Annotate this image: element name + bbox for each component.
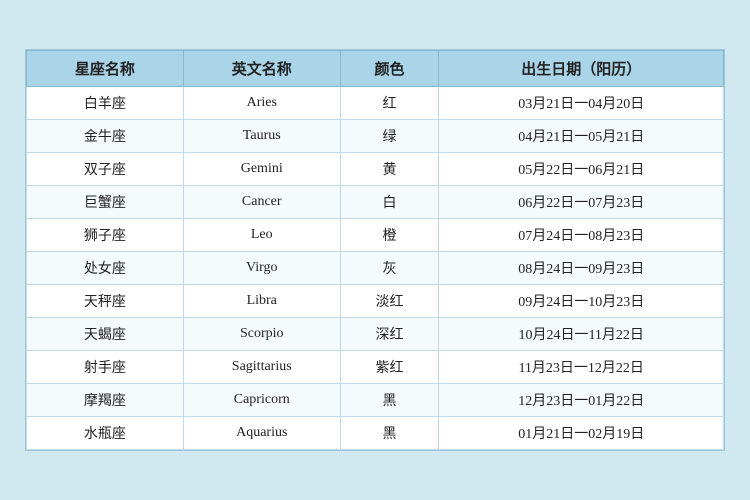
- cell-dates: 03月21日一04月20日: [439, 87, 724, 120]
- cell-english-name: Scorpio: [183, 318, 340, 351]
- cell-dates: 07月24日一08月23日: [439, 219, 724, 252]
- cell-chinese-name: 摩羯座: [27, 384, 184, 417]
- cell-english-name: Taurus: [183, 120, 340, 153]
- cell-dates: 01月21日一02月19日: [439, 417, 724, 450]
- table-row: 天秤座Libra淡红09月24日一10月23日: [27, 285, 724, 318]
- cell-english-name: Capricorn: [183, 384, 340, 417]
- cell-chinese-name: 处女座: [27, 252, 184, 285]
- cell-dates: 11月23日一12月22日: [439, 351, 724, 384]
- cell-color: 灰: [340, 252, 439, 285]
- cell-chinese-name: 双子座: [27, 153, 184, 186]
- cell-color: 橙: [340, 219, 439, 252]
- table-row: 巨蟹座Cancer白06月22日一07月23日: [27, 186, 724, 219]
- header-english-name: 英文名称: [183, 51, 340, 87]
- cell-english-name: Aries: [183, 87, 340, 120]
- table-row: 金牛座Taurus绿04月21日一05月21日: [27, 120, 724, 153]
- cell-chinese-name: 天秤座: [27, 285, 184, 318]
- cell-english-name: Cancer: [183, 186, 340, 219]
- header-chinese-name: 星座名称: [27, 51, 184, 87]
- cell-english-name: Leo: [183, 219, 340, 252]
- cell-chinese-name: 水瓶座: [27, 417, 184, 450]
- cell-dates: 06月22日一07月23日: [439, 186, 724, 219]
- cell-dates: 05月22日一06月21日: [439, 153, 724, 186]
- cell-dates: 08月24日一09月23日: [439, 252, 724, 285]
- cell-chinese-name: 射手座: [27, 351, 184, 384]
- cell-color: 紫红: [340, 351, 439, 384]
- cell-chinese-name: 巨蟹座: [27, 186, 184, 219]
- table-row: 白羊座Aries红03月21日一04月20日: [27, 87, 724, 120]
- table-row: 狮子座Leo橙07月24日一08月23日: [27, 219, 724, 252]
- cell-dates: 12月23日一01月22日: [439, 384, 724, 417]
- zodiac-table: 星座名称 英文名称 颜色 出生日期（阳历） 白羊座Aries红03月21日一04…: [26, 50, 724, 450]
- cell-english-name: Gemini: [183, 153, 340, 186]
- cell-color: 红: [340, 87, 439, 120]
- cell-color: 黄: [340, 153, 439, 186]
- cell-chinese-name: 天蝎座: [27, 318, 184, 351]
- table-row: 双子座Gemini黄05月22日一06月21日: [27, 153, 724, 186]
- cell-english-name: Libra: [183, 285, 340, 318]
- cell-dates: 09月24日一10月23日: [439, 285, 724, 318]
- cell-dates: 10月24日一11月22日: [439, 318, 724, 351]
- cell-chinese-name: 狮子座: [27, 219, 184, 252]
- table-row: 水瓶座Aquarius黑01月21日一02月19日: [27, 417, 724, 450]
- cell-english-name: Virgo: [183, 252, 340, 285]
- zodiac-table-container: 星座名称 英文名称 颜色 出生日期（阳历） 白羊座Aries红03月21日一04…: [25, 49, 725, 451]
- table-row: 射手座Sagittarius紫红11月23日一12月22日: [27, 351, 724, 384]
- cell-english-name: Aquarius: [183, 417, 340, 450]
- cell-color: 黑: [340, 417, 439, 450]
- cell-color: 白: [340, 186, 439, 219]
- cell-dates: 04月21日一05月21日: [439, 120, 724, 153]
- cell-chinese-name: 白羊座: [27, 87, 184, 120]
- header-color: 颜色: [340, 51, 439, 87]
- cell-color: 黑: [340, 384, 439, 417]
- cell-english-name: Sagittarius: [183, 351, 340, 384]
- table-row: 天蝎座Scorpio深红10月24日一11月22日: [27, 318, 724, 351]
- table-row: 处女座Virgo灰08月24日一09月23日: [27, 252, 724, 285]
- table-header-row: 星座名称 英文名称 颜色 出生日期（阳历）: [27, 51, 724, 87]
- header-dates: 出生日期（阳历）: [439, 51, 724, 87]
- cell-chinese-name: 金牛座: [27, 120, 184, 153]
- cell-color: 绿: [340, 120, 439, 153]
- table-row: 摩羯座Capricorn黑12月23日一01月22日: [27, 384, 724, 417]
- cell-color: 淡红: [340, 285, 439, 318]
- table-body: 白羊座Aries红03月21日一04月20日金牛座Taurus绿04月21日一0…: [27, 87, 724, 450]
- cell-color: 深红: [340, 318, 439, 351]
